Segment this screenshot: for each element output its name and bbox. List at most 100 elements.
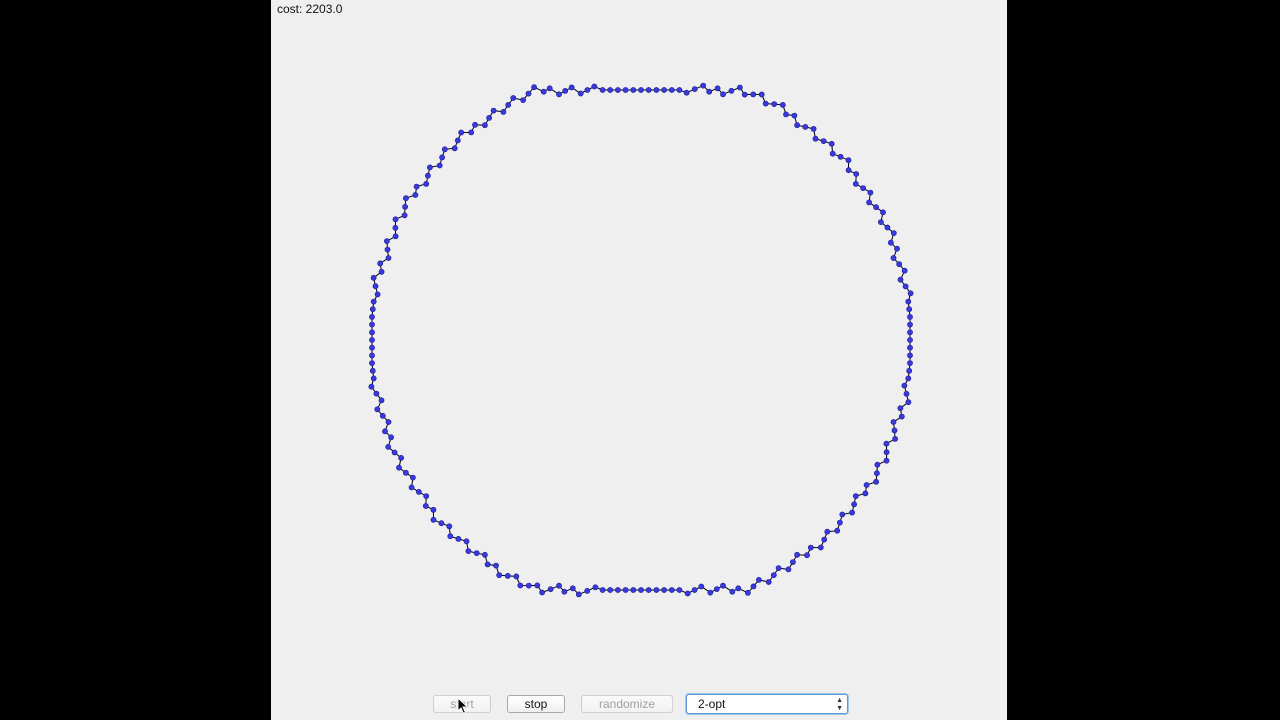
city-point <box>901 382 908 389</box>
city-point <box>775 565 782 571</box>
city-point <box>369 337 375 343</box>
city-point <box>729 588 736 595</box>
city-point <box>755 577 762 583</box>
city-point <box>599 587 606 593</box>
city-point <box>758 91 765 98</box>
city-point <box>790 559 796 565</box>
city-point <box>750 583 757 590</box>
randomize-button[interactable]: randomize <box>581 695 673 713</box>
city-point <box>874 470 880 477</box>
city-point <box>907 290 914 297</box>
city-point <box>907 313 913 320</box>
city-point <box>369 344 375 351</box>
city-point <box>396 464 402 471</box>
city-point <box>385 443 392 450</box>
city-point <box>668 87 675 93</box>
city-point <box>584 588 591 594</box>
city-point <box>372 283 379 290</box>
city-point <box>894 245 900 252</box>
city-point <box>892 435 898 442</box>
city-point <box>883 440 890 447</box>
city-point <box>905 375 912 382</box>
city-point <box>728 87 735 94</box>
city-point <box>874 461 881 468</box>
city-point <box>907 360 913 366</box>
algorithm-selected-value: 2-opt <box>698 697 726 711</box>
city-point <box>463 538 470 545</box>
city-point <box>837 153 844 160</box>
city-point <box>691 86 698 92</box>
city-point <box>765 579 772 585</box>
city-point <box>878 219 884 225</box>
city-point <box>905 399 912 406</box>
city-point <box>481 551 488 558</box>
city-point <box>599 87 606 93</box>
city-point <box>584 87 591 93</box>
city-point <box>849 509 855 516</box>
city-point <box>382 428 388 435</box>
city-point <box>458 129 465 136</box>
city-point <box>423 493 430 499</box>
city-point <box>883 457 890 464</box>
stop-button[interactable]: stop <box>507 695 565 713</box>
city-point <box>378 397 385 404</box>
city-point <box>426 164 433 171</box>
city-point <box>402 469 409 476</box>
city-point <box>438 520 445 527</box>
city-point <box>853 171 860 177</box>
city-point <box>510 95 517 101</box>
city-point <box>661 87 667 93</box>
city-point <box>369 352 375 359</box>
up-down-arrows-icon: ▲ ▼ <box>836 697 843 712</box>
city-point <box>591 83 598 90</box>
city-point <box>684 590 691 597</box>
city-point <box>898 413 905 420</box>
city-point <box>676 587 683 593</box>
city-point <box>845 167 852 174</box>
app-window: cost: 2203.0 start stop randomize 2-opt … <box>271 0 1007 720</box>
city-point <box>812 135 819 142</box>
city-point <box>829 150 836 157</box>
city-point <box>630 87 637 93</box>
city-point <box>561 588 568 595</box>
city-point <box>820 138 827 144</box>
city-point <box>413 183 420 190</box>
city-point <box>430 506 437 513</box>
city-point <box>903 390 910 397</box>
city-point <box>714 85 721 92</box>
city-point <box>668 587 675 593</box>
city-point <box>500 109 507 115</box>
city-point <box>423 180 430 187</box>
city-point <box>392 233 399 240</box>
city-point <box>897 405 904 412</box>
city-point <box>465 548 472 554</box>
city-point <box>762 100 769 107</box>
city-point <box>890 230 897 236</box>
city-point <box>852 493 859 499</box>
city-point <box>638 87 644 93</box>
city-point <box>821 536 828 543</box>
city-point <box>408 484 415 491</box>
city-point <box>562 88 569 94</box>
city-point <box>907 344 913 351</box>
city-point <box>884 224 891 231</box>
city-point <box>794 122 800 129</box>
city-point <box>539 589 545 596</box>
city-point <box>867 189 874 196</box>
city-point <box>568 84 575 91</box>
city-point <box>785 566 792 573</box>
city-point <box>451 145 458 152</box>
city-point <box>645 87 652 93</box>
city-point <box>439 154 445 161</box>
city-point <box>424 172 431 179</box>
city-point <box>607 87 614 93</box>
city-point <box>851 501 857 508</box>
algorithm-select[interactable]: 2-opt ▲ ▼ <box>686 694 848 714</box>
city-point <box>370 375 377 382</box>
city-point <box>547 586 554 593</box>
city-point <box>472 121 478 128</box>
city-point <box>744 589 751 596</box>
city-point <box>436 162 443 169</box>
city-point <box>653 87 660 93</box>
city-point <box>907 337 913 343</box>
